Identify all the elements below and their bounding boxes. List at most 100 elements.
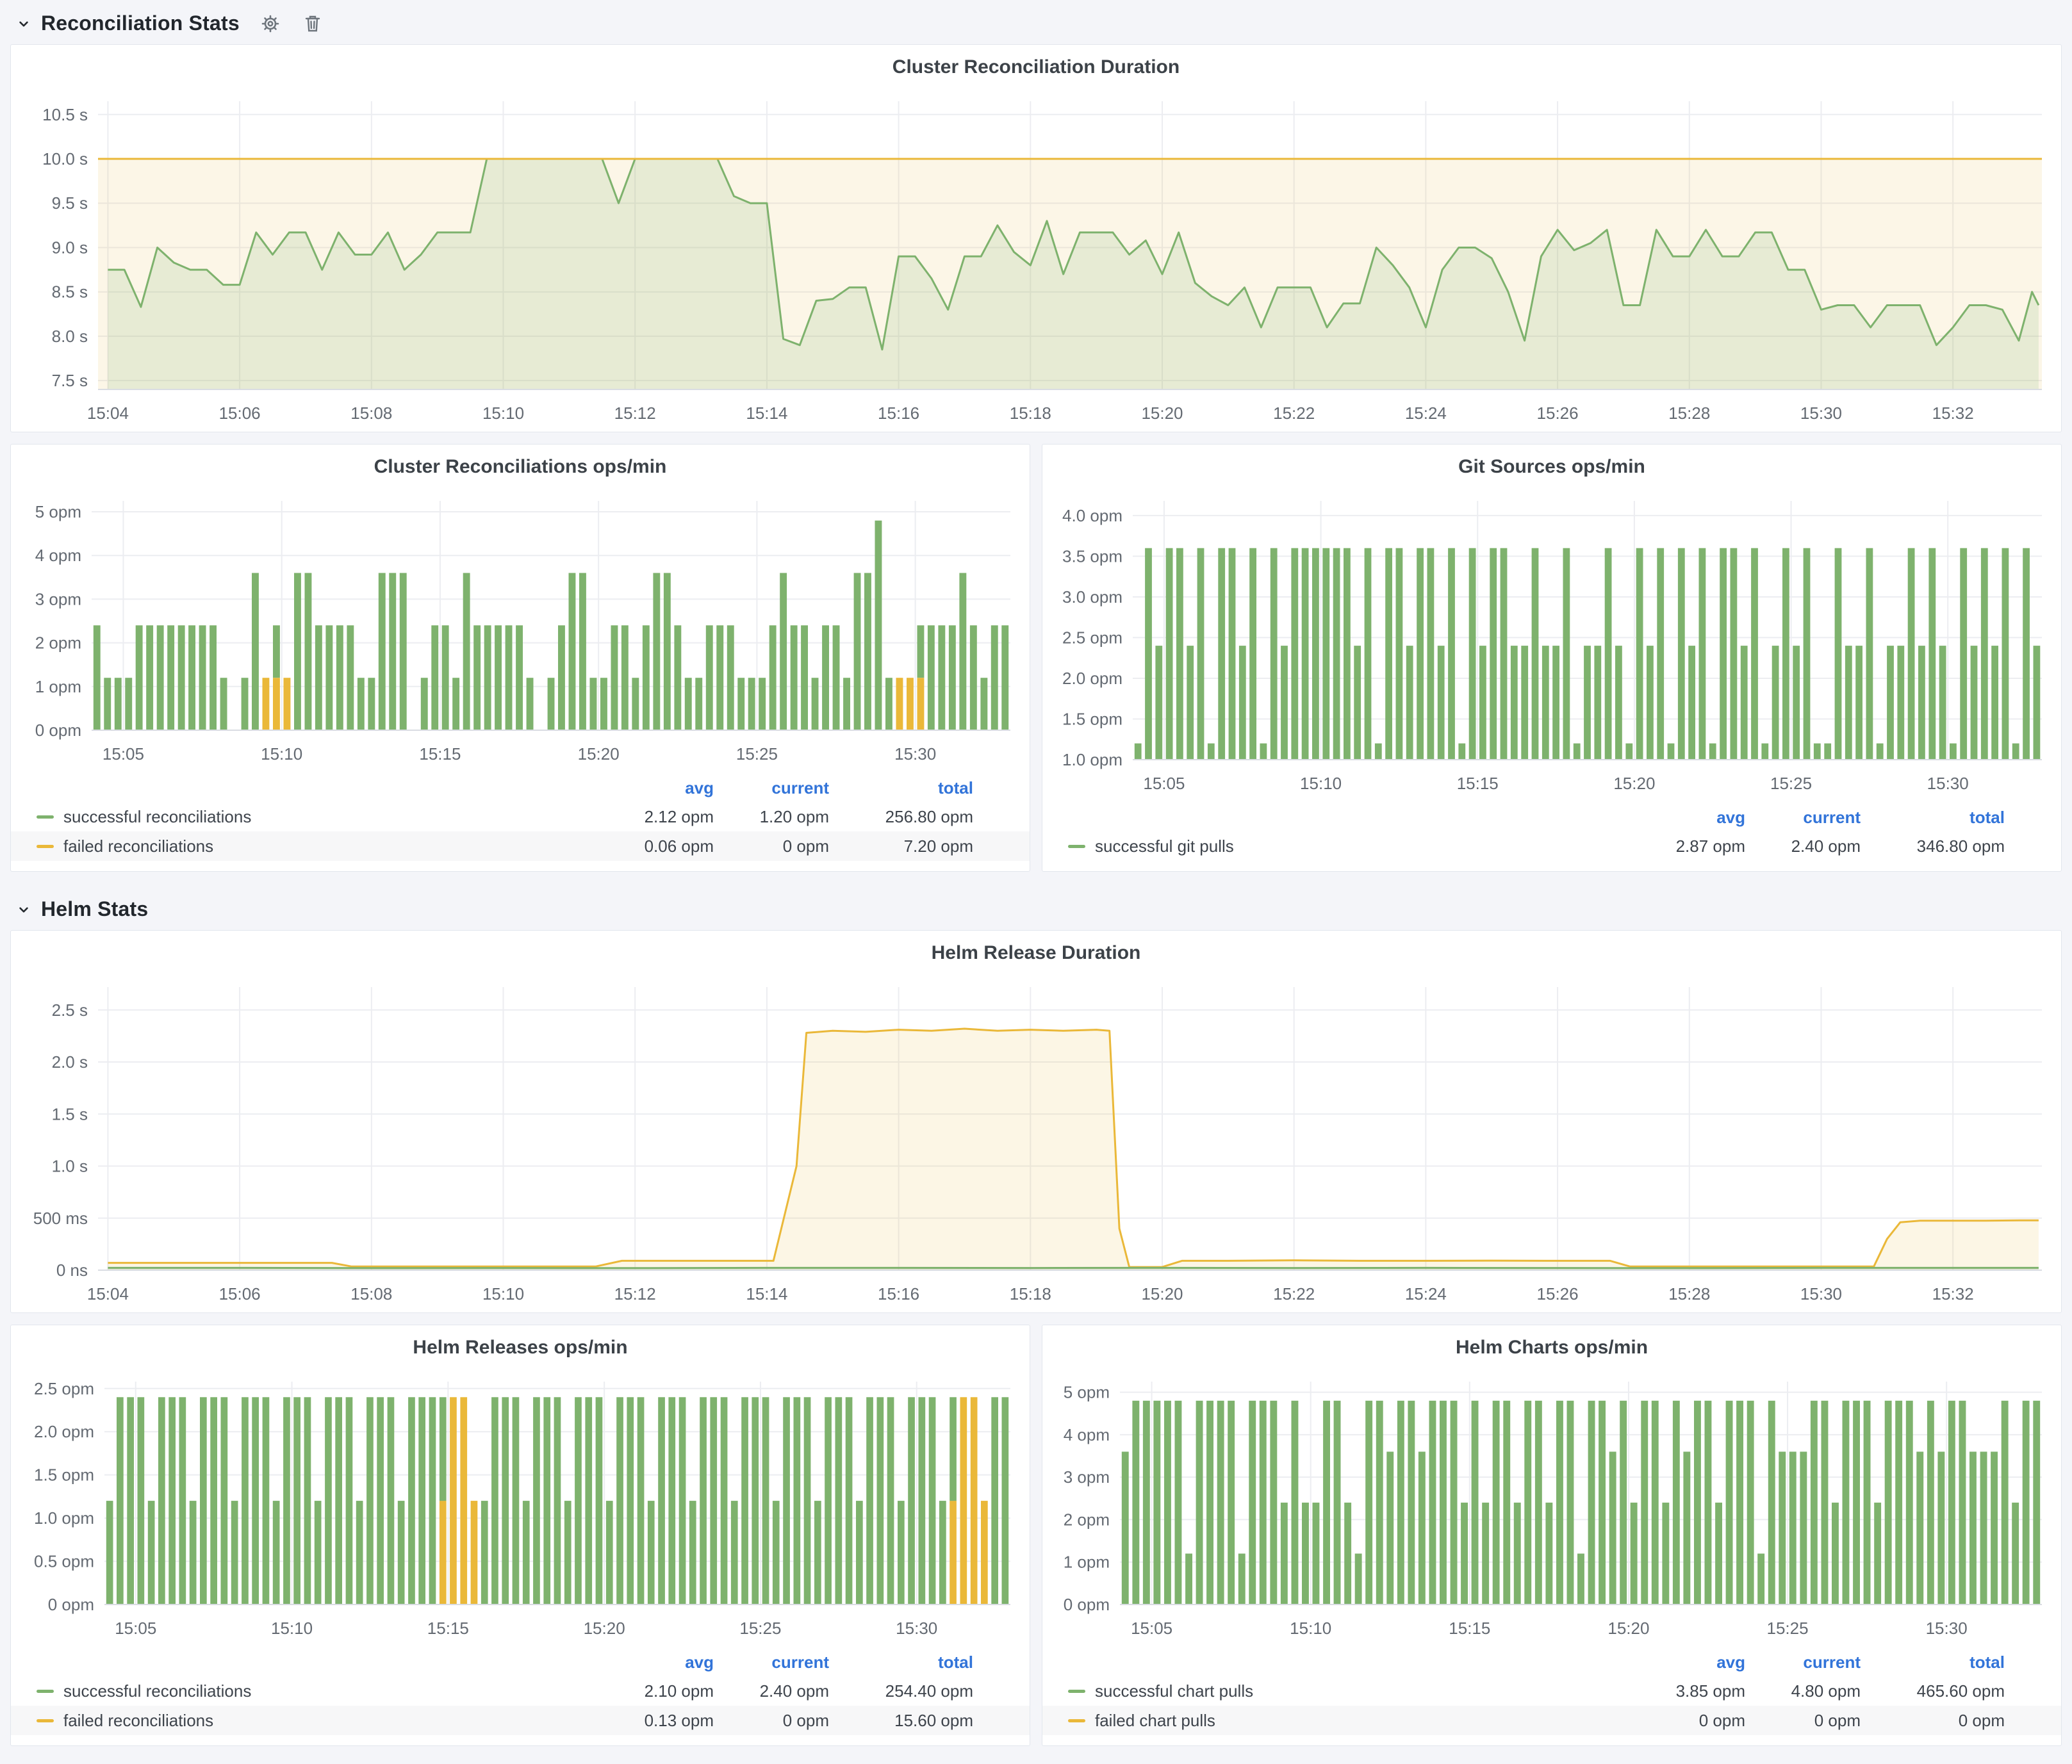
- legend-series-toggle[interactable]: successful git pulls: [1068, 837, 1633, 856]
- svg-text:15:10: 15:10: [1290, 1619, 1331, 1638]
- panel-cluster-reconciliation-duration: Cluster Reconciliation Duration 10.5 s 10…: [10, 44, 2062, 432]
- helm-charts-opm-chart[interactable]: 5 opm4 opm3 opm2 opm1 opm0 opm15:0515:10…: [1046, 1361, 2057, 1647]
- svg-text:15:30: 15:30: [896, 1619, 937, 1638]
- svg-text:2.0 opm: 2.0 opm: [34, 1422, 94, 1441]
- svg-text:3.0 opm: 3.0 opm: [1062, 587, 1122, 607]
- svg-text:10.5 s: 10.5 s: [42, 105, 88, 124]
- svg-text:15:24: 15:24: [1405, 404, 1447, 423]
- legend-current-value: 2.40 opm: [714, 1681, 829, 1701]
- svg-text:15:22: 15:22: [1273, 404, 1315, 423]
- row-header-reconciliation-stats[interactable]: Reconciliation Stats: [0, 4, 2072, 44]
- legend-row-successful-chart-pulls: successful chart pulls 3.85 opm 4.80 opm…: [1042, 1676, 2061, 1706]
- legend-sort-current[interactable]: current: [1745, 808, 1861, 828]
- legend-sort-total[interactable]: total: [829, 1653, 973, 1672]
- svg-text:15:25: 15:25: [1770, 774, 1812, 793]
- svg-text:15:05: 15:05: [115, 1619, 156, 1638]
- legend-sort-avg[interactable]: avg: [1633, 1653, 1745, 1672]
- svg-text:10.0 s: 10.0 s: [42, 149, 88, 168]
- git-sources-opm-chart[interactable]: 4.0 opm3.5 opm3.0 opm2.5 opm2.0 opm1.5 o…: [1046, 480, 2057, 802]
- svg-text:15:04: 15:04: [87, 1284, 129, 1303]
- svg-text:15:12: 15:12: [614, 1284, 656, 1303]
- svg-text:15:16: 15:16: [878, 404, 919, 423]
- svg-text:15:20: 15:20: [1141, 1284, 1183, 1303]
- legend-sort-current[interactable]: current: [1745, 1653, 1861, 1672]
- legend-header-row: avg current total: [1042, 803, 2061, 831]
- legend-label: successful reconciliations: [63, 1681, 251, 1701]
- svg-text:15:25: 15:25: [1766, 1619, 1808, 1638]
- svg-text:500 ms: 500 ms: [33, 1209, 88, 1228]
- svg-text:15:30: 15:30: [1800, 1284, 1842, 1303]
- legend-sort-avg[interactable]: avg: [602, 1653, 714, 1672]
- legend-series-toggle[interactable]: successful reconciliations: [37, 807, 602, 827]
- svg-text:2 opm: 2 opm: [35, 633, 81, 653]
- panel-title[interactable]: Git Sources ops/min: [1042, 445, 2061, 480]
- cluster-reconciliations-opm-chart[interactable]: 5 opm4 opm3 opm2 opm1 opm0 opm15:0515:10…: [15, 480, 1026, 772]
- legend-row-failed-reconciliations: failed reconciliations 0.06 opm 0 opm 7.…: [11, 831, 1030, 861]
- svg-text:15:24: 15:24: [1405, 1284, 1447, 1303]
- legend-label: successful reconciliations: [63, 807, 251, 827]
- chart-area: 4.0 opm3.5 opm3.0 opm2.5 opm2.0 opm1.5 o…: [1042, 480, 2061, 802]
- legend-current-value: 4.80 opm: [1745, 1681, 1861, 1701]
- svg-text:15:10: 15:10: [1300, 774, 1342, 793]
- legend-sort-avg[interactable]: avg: [602, 778, 714, 798]
- svg-text:2.5 opm: 2.5 opm: [1062, 628, 1122, 647]
- series-color-dash: [37, 815, 54, 819]
- legend: avg current total successful chart pulls…: [1042, 1647, 2061, 1745]
- helm-releases-opm-chart[interactable]: 2.5 opm2.0 opm1.5 opm1.0 opm0.5 opm0 opm…: [15, 1361, 1026, 1647]
- gear-icon[interactable]: [259, 12, 282, 35]
- legend-sort-total[interactable]: total: [829, 778, 973, 798]
- svg-text:3 opm: 3 opm: [1064, 1467, 1110, 1487]
- legend: avg current total successful reconciliat…: [11, 1647, 1030, 1745]
- legend-series-toggle[interactable]: successful chart pulls: [1068, 1681, 1633, 1701]
- trash-icon[interactable]: [301, 12, 324, 35]
- legend-label: successful chart pulls: [1095, 1681, 1253, 1701]
- panel-title[interactable]: Cluster Reconciliation Duration: [11, 45, 2061, 81]
- svg-text:1.5 opm: 1.5 opm: [1062, 709, 1122, 728]
- panel-title[interactable]: Helm Charts ops/min: [1042, 1325, 2061, 1361]
- legend-series-toggle[interactable]: failed reconciliations: [37, 1711, 602, 1731]
- legend-row-failed-chart-pulls: failed chart pulls 0 opm 0 opm 0 opm: [1042, 1706, 2061, 1735]
- chevron-down-icon: [15, 901, 32, 918]
- legend-label: failed reconciliations: [63, 837, 213, 856]
- series-color-dash: [1068, 845, 1085, 848]
- legend-total-value: 15.60 opm: [829, 1711, 973, 1731]
- legend-sort-avg[interactable]: avg: [1633, 808, 1745, 828]
- legend-sort-current[interactable]: current: [714, 778, 829, 798]
- legend-sort-total[interactable]: total: [1861, 1653, 2005, 1672]
- panel-title[interactable]: Helm Release Duration: [11, 931, 2061, 967]
- legend-series-toggle[interactable]: failed reconciliations: [37, 837, 602, 856]
- chart-area: 10.5 s10.0 s9.5 s9.0 s8.5 s8.0 s7.5 s15:…: [11, 81, 2061, 432]
- svg-text:2.0 opm: 2.0 opm: [1062, 669, 1122, 688]
- legend-avg-value: 3.85 opm: [1633, 1681, 1745, 1701]
- legend-sort-total[interactable]: total: [1861, 808, 2005, 828]
- series-color-dash: [37, 1690, 54, 1693]
- svg-text:15:20: 15:20: [1607, 1619, 1649, 1638]
- legend-series-toggle[interactable]: failed chart pulls: [1068, 1711, 1633, 1731]
- svg-text:7.5 s: 7.5 s: [52, 371, 88, 390]
- panel-title[interactable]: Cluster Reconciliations ops/min: [11, 445, 1030, 480]
- legend-series-toggle[interactable]: successful reconciliations: [37, 1681, 602, 1701]
- svg-text:15:28: 15:28: [1668, 404, 1710, 423]
- svg-text:15:26: 15:26: [1537, 1284, 1579, 1303]
- svg-text:15:06: 15:06: [219, 404, 261, 423]
- panel-title[interactable]: Helm Releases ops/min: [11, 1325, 1030, 1361]
- svg-text:5 opm: 5 opm: [35, 502, 81, 521]
- svg-text:3 opm: 3 opm: [35, 589, 81, 608]
- cluster-reconciliation-duration-chart[interactable]: 10.5 s10.0 s9.5 s9.0 s8.5 s8.0 s7.5 s15:…: [15, 81, 2057, 432]
- legend-row-successful-git-pulls: successful git pulls 2.87 opm 2.40 opm 3…: [1042, 831, 2061, 861]
- legend-header-row: avg current total: [11, 1648, 1030, 1676]
- helm-release-duration-chart[interactable]: 2.5 s2.0 s1.5 s1.0 s500 ms0 ns15:0415:06…: [15, 967, 2057, 1312]
- svg-text:0 ns: 0 ns: [56, 1261, 88, 1280]
- svg-text:15:05: 15:05: [103, 744, 144, 764]
- svg-text:15:28: 15:28: [1668, 1284, 1710, 1303]
- legend-sort-current[interactable]: current: [714, 1653, 829, 1672]
- legend-current-value: 0 opm: [714, 1711, 829, 1731]
- legend-header-row: avg current total: [1042, 1648, 2061, 1676]
- svg-text:15:26: 15:26: [1537, 404, 1579, 423]
- row-header-helm-stats[interactable]: Helm Stats: [0, 883, 2072, 930]
- legend: avg current total successful reconciliat…: [11, 772, 1030, 871]
- svg-text:1.0 opm: 1.0 opm: [1062, 750, 1122, 769]
- svg-text:15:18: 15:18: [1010, 404, 1051, 423]
- svg-text:9.5 s: 9.5 s: [52, 193, 88, 213]
- legend-label: successful git pulls: [1095, 837, 1234, 856]
